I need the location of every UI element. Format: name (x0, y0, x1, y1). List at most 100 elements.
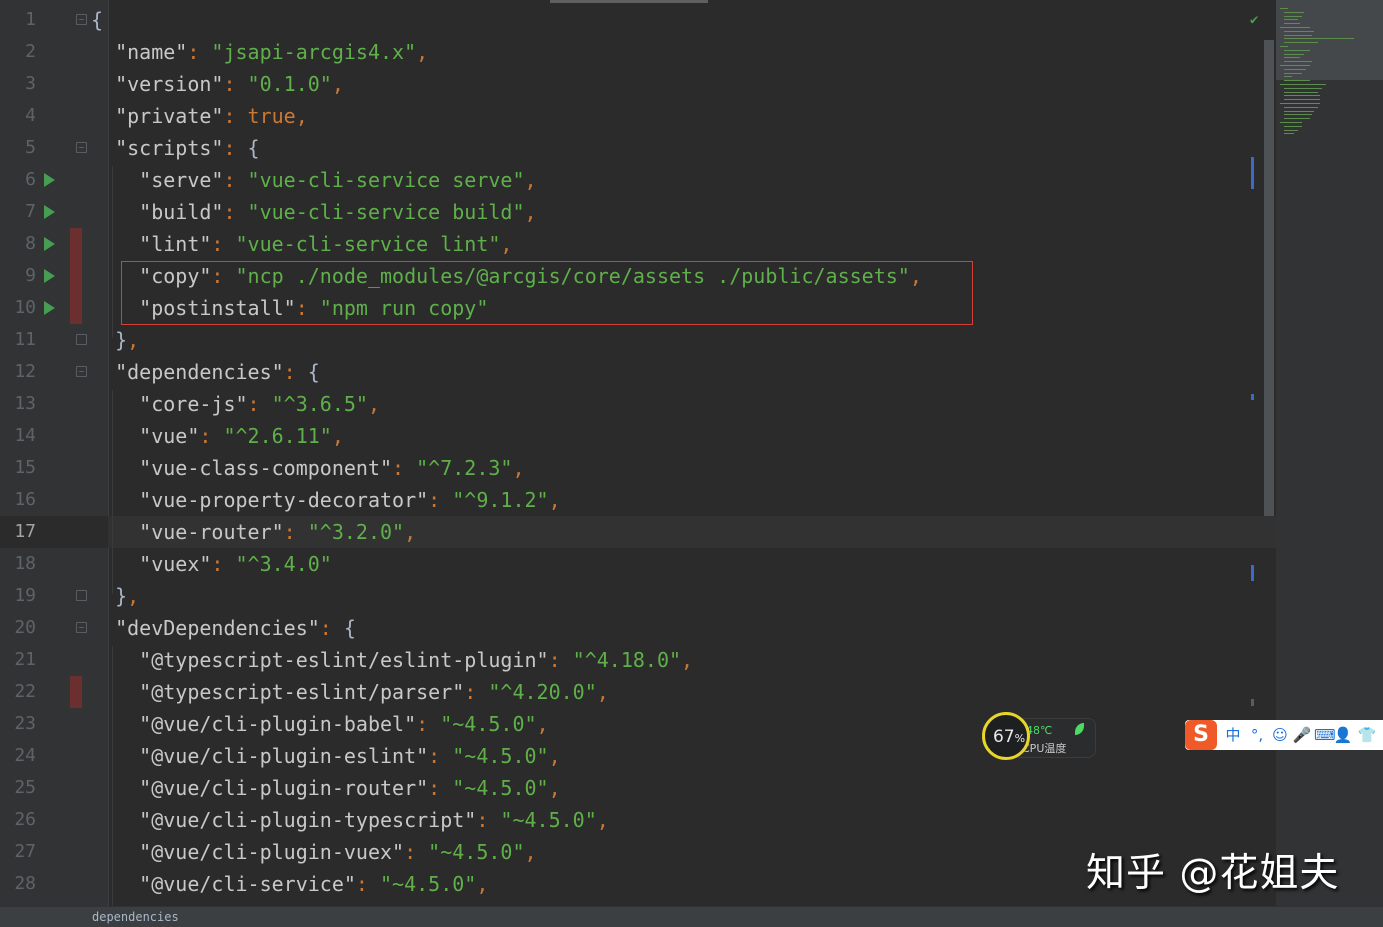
ime-toolbar[interactable]: S 中 °, ☺ 🎤 ⌨ 👤 👕 (1185, 720, 1383, 750)
skin-icon[interactable]: 👕 (1357, 724, 1377, 746)
code-line[interactable]: 25 "@vue/cli-plugin-router": "~4.5.0", (0, 772, 1276, 804)
code-line[interactable]: 20 "devDependencies": { (0, 612, 1276, 644)
code-text[interactable]: { (91, 4, 103, 36)
code-text[interactable]: "private": true, (91, 100, 308, 132)
code-line[interactable]: 15 "vue-class-component": "^7.2.3", (0, 452, 1276, 484)
code-text[interactable]: "@vue/cli-plugin-vuex": "~4.5.0", (91, 836, 536, 868)
code-text[interactable]: "@typescript-eslint/eslint-plugin": "^4.… (91, 644, 693, 676)
ime-chinese-mode[interactable]: 中 (1223, 724, 1243, 746)
code-token: { (247, 136, 260, 160)
vertical-scrollbar-thumb[interactable] (1264, 40, 1274, 516)
code-line[interactable]: 4 "private": true, (0, 100, 1276, 132)
emoji-icon[interactable]: ☺ (1270, 724, 1290, 746)
minimap-line (1284, 72, 1302, 74)
code-line[interactable]: 2 "name": "jsapi-arcgis4.x", (0, 36, 1276, 68)
sogou-logo-icon[interactable]: S (1185, 720, 1217, 750)
code-text[interactable]: "@typescript-eslint/parser": "^4.20.0", (91, 676, 609, 708)
code-text[interactable]: "scripts": { (91, 132, 260, 164)
code-token: "@typescript-eslint/eslint-plugin" (91, 648, 549, 672)
code-text[interactable]: "@vue/cli-plugin-babel": "~4.5.0", (91, 708, 548, 740)
code-line[interactable]: 26 "@vue/cli-plugin-typescript": "~4.5.0… (0, 804, 1276, 836)
code-line[interactable]: 7 "build": "vue-cli-service build", (0, 196, 1276, 228)
code-text[interactable]: "vue-property-decorator": "^9.1.2", (91, 484, 560, 516)
code-token: "vue-cli-service serve" (247, 168, 525, 192)
code-text[interactable]: "devDependencies": { (91, 612, 356, 644)
code-text[interactable]: "@vue/cli-service": "~4.5.0", (91, 868, 488, 900)
breadcrumb[interactable]: dependencies (92, 908, 179, 926)
minimap-line (1284, 95, 1320, 97)
code-line[interactable]: 16 "vue-property-decorator": "^9.1.2", (0, 484, 1276, 516)
code-line[interactable]: 11 }, (0, 324, 1276, 356)
fold-toggle-icon[interactable] (76, 14, 87, 25)
vcs-change-marker[interactable] (70, 228, 82, 260)
code-text[interactable]: "serve": "vue-cli-service serve", (91, 164, 536, 196)
fold-toggle-icon[interactable] (76, 142, 87, 153)
line-number: 10 (14, 297, 36, 318)
run-script-icon[interactable] (44, 269, 55, 283)
ime-punctuation[interactable]: °, (1247, 724, 1267, 746)
minimap-line (1284, 91, 1318, 93)
code-line[interactable]: 1{ (0, 4, 1276, 36)
keyboard-icon[interactable]: ⌨ (1314, 724, 1336, 746)
fold-toggle-icon[interactable] (76, 590, 87, 601)
run-script-icon[interactable] (44, 301, 55, 315)
code-token: "~4.5.0" (452, 776, 549, 800)
code-token: "name" (91, 40, 188, 64)
code-text[interactable]: "@vue/cli-plugin-eslint": "~4.5.0", (91, 740, 560, 772)
code-line[interactable]: 22 "@typescript-eslint/parser": "^4.20.0… (0, 676, 1276, 708)
code-text[interactable]: "name": "jsapi-arcgis4.x", (91, 36, 428, 68)
code-line[interactable]: 28 "@vue/cli-service": "~4.5.0", (0, 868, 1276, 900)
code-text[interactable]: "@vue/cli-plugin-router": "~4.5.0", (91, 772, 560, 804)
cpu-usage-ring[interactable]: 67% (982, 712, 1030, 760)
microphone-icon[interactable]: 🎤 (1292, 724, 1312, 746)
code-text[interactable]: "vue": "^2.6.11", (91, 420, 344, 452)
code-line[interactable]: 18 "vuex": "^3.4.0" (0, 548, 1276, 580)
code-token: , (476, 872, 489, 896)
vcs-change-marker[interactable] (70, 676, 82, 708)
vcs-change-marker[interactable] (70, 292, 82, 324)
code-text[interactable]: "core-js": "^3.6.5", (91, 388, 380, 420)
code-line[interactable]: 8 "lint": "vue-cli-service lint", (0, 228, 1276, 260)
code-line[interactable]: 3 "version": "0.1.0", (0, 68, 1276, 100)
code-text[interactable]: "build": "vue-cli-service build", (91, 196, 536, 228)
code-text[interactable]: }, (91, 324, 139, 356)
code-text[interactable]: "vuex": "^3.4.0" (91, 548, 332, 580)
code-line[interactable]: 12 "dependencies": { (0, 356, 1276, 388)
inspection-ok-icon[interactable]: ✔ (1250, 12, 1258, 28)
code-text[interactable]: "vue-class-component": "^7.2.3", (91, 452, 524, 484)
code-line[interactable]: 21 "@typescript-eslint/eslint-plugin": "… (0, 644, 1276, 676)
indent-guide (112, 166, 113, 338)
code-token: "vue-class-component" (91, 456, 393, 480)
code-text[interactable]: "vue-router": "^3.2.0", (91, 516, 416, 548)
cpu-monitor-widget[interactable]: 48℃ CPU温度 67% (980, 710, 1096, 766)
user-icon[interactable]: 👤 (1333, 724, 1353, 746)
run-script-icon[interactable] (44, 237, 55, 251)
fold-toggle-icon[interactable] (76, 622, 87, 633)
fold-toggle-icon[interactable] (76, 366, 87, 377)
run-script-icon[interactable] (44, 205, 55, 219)
percent-sign: % (1014, 732, 1026, 745)
code-text[interactable]: "dependencies": { (91, 356, 320, 388)
code-line[interactable]: 6 "serve": "vue-cli-service serve", (0, 164, 1276, 196)
code-line[interactable]: 27 "@vue/cli-plugin-vuex": "~4.5.0", (0, 836, 1276, 868)
vcs-change-marker[interactable] (70, 260, 82, 292)
code-line[interactable]: 14 "vue": "^2.6.11", (0, 420, 1276, 452)
code-line[interactable]: 19 }, (0, 580, 1276, 612)
line-number: 21 (14, 649, 36, 670)
code-line[interactable]: 13 "core-js": "^3.6.5", (0, 388, 1276, 420)
fold-toggle-icon[interactable] (76, 334, 87, 345)
code-line[interactable]: 5 "scripts": { (0, 132, 1276, 164)
minimap-line (1284, 49, 1310, 51)
code-token: "vue" (91, 424, 200, 448)
line-number: 24 (14, 745, 36, 766)
code-editor[interactable]: 1{2 "name": "jsapi-arcgis4.x", 3 "version… (0, 0, 1383, 906)
code-text[interactable]: "version": "0.1.0", (91, 68, 344, 100)
minimap[interactable] (1276, 0, 1383, 906)
code-text[interactable]: }, (91, 580, 139, 612)
code-text[interactable]: "@vue/cli-plugin-typescript": "~4.5.0", (91, 804, 609, 836)
line-number: 6 (25, 169, 36, 190)
line-number: 22 (14, 681, 36, 702)
code-line[interactable]: 17 "vue-router": "^3.2.0", (0, 516, 1276, 548)
run-script-icon[interactable] (44, 173, 55, 187)
code-text[interactable]: "lint": "vue-cli-service lint", (91, 228, 512, 260)
